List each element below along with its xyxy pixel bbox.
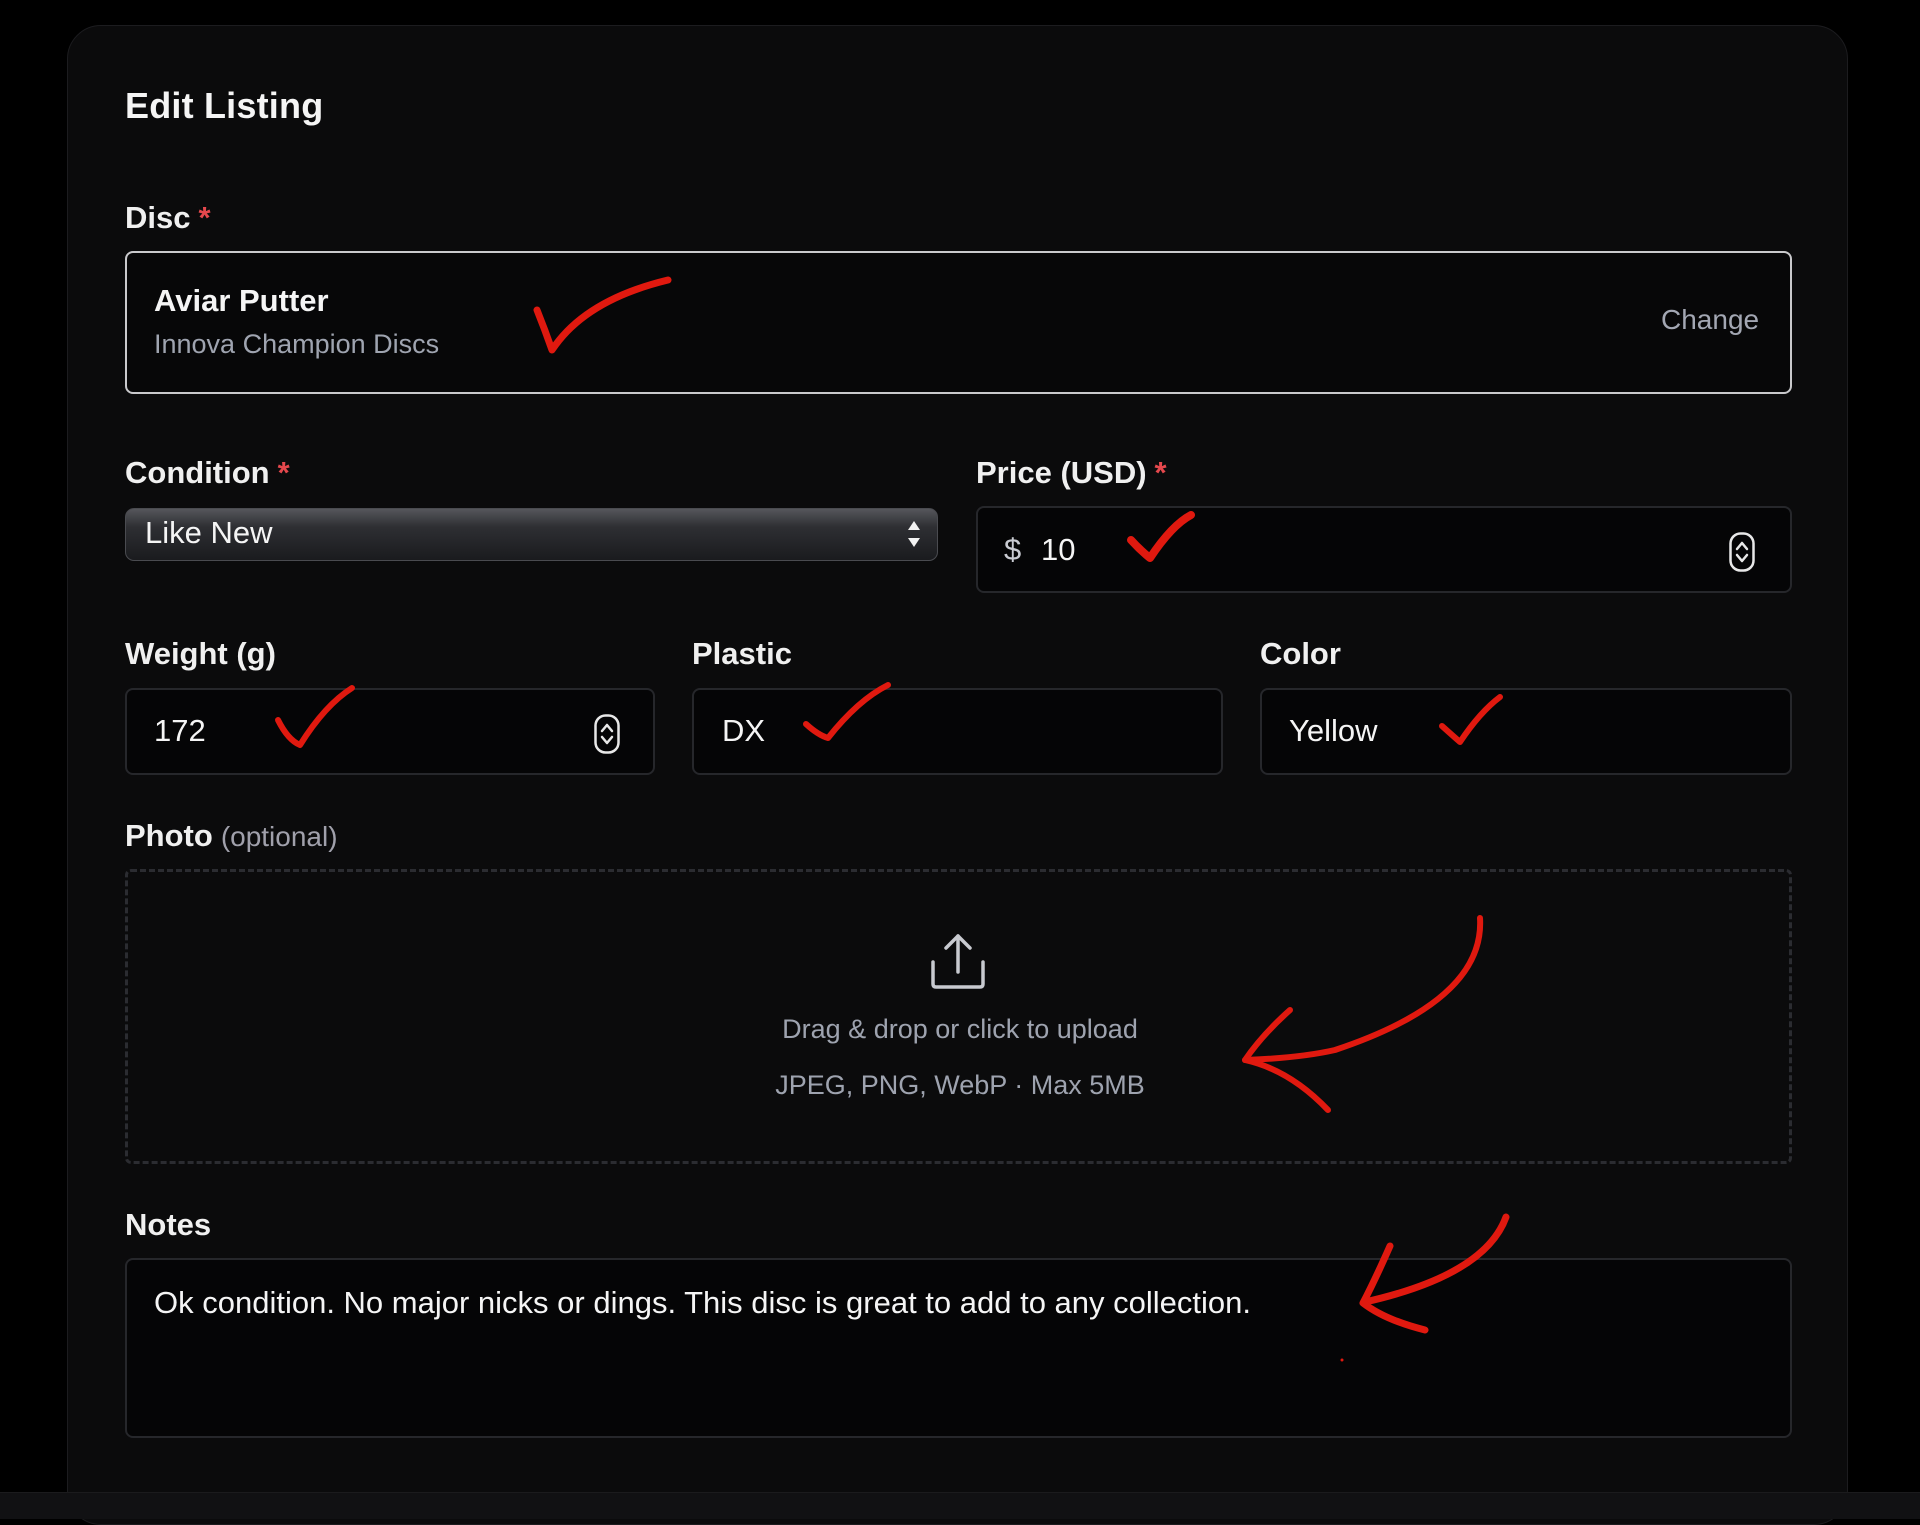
price-input[interactable] — [976, 506, 1792, 593]
photo-label-text: Photo — [125, 818, 213, 853]
condition-label-text: Condition — [125, 455, 270, 490]
price-label: Price (USD) * — [976, 455, 1167, 491]
color-label: Color — [1260, 636, 1341, 671]
disc-label: Disc * — [125, 200, 211, 236]
price-value: 10 — [1041, 532, 1076, 567]
page-title: Edit Listing — [125, 85, 324, 126]
required-mark: * — [1154, 455, 1167, 490]
required-mark: * — [277, 455, 290, 490]
disc-label-text: Disc — [125, 200, 191, 235]
disc-manufacturer: Innova Champion Discs — [154, 329, 440, 359]
disc-selector[interactable] — [125, 251, 1792, 394]
currency-symbol: $ — [1004, 532, 1022, 567]
photo-optional-tag: (optional) — [220, 821, 338, 852]
notes-label: Notes — [125, 1207, 212, 1242]
condition-select-value: Like New — [145, 515, 273, 550]
price-label-text: Price (USD) — [976, 455, 1147, 490]
upload-prompt: Drag & drop or click to upload — [782, 1014, 1138, 1044]
notes-value: Ok condition. No major nicks or dings. T… — [154, 1285, 1252, 1320]
photo-label: Photo (optional) — [125, 818, 338, 854]
required-mark: * — [198, 200, 211, 235]
change-disc-button[interactable]: Change — [1661, 304, 1759, 336]
weight-label: Weight (g) — [125, 636, 276, 671]
plastic-value: DX — [722, 713, 766, 748]
plastic-label: Plastic — [692, 636, 792, 671]
condition-label: Condition * — [125, 455, 290, 491]
upload-icon — [931, 934, 985, 989]
upload-hint: JPEG, PNG, WebP · Max 5MB — [775, 1070, 1145, 1100]
chevron-up-down-icon — [908, 521, 920, 547]
disc-name: Aviar Putter — [154, 283, 329, 318]
color-value: Yellow — [1289, 713, 1378, 748]
bottom-bar — [0, 1492, 1920, 1519]
plastic-input[interactable] — [692, 688, 1223, 775]
stepper-icon[interactable] — [594, 714, 620, 754]
weight-value: 172 — [154, 713, 206, 748]
stepper-icon[interactable] — [1729, 532, 1755, 572]
